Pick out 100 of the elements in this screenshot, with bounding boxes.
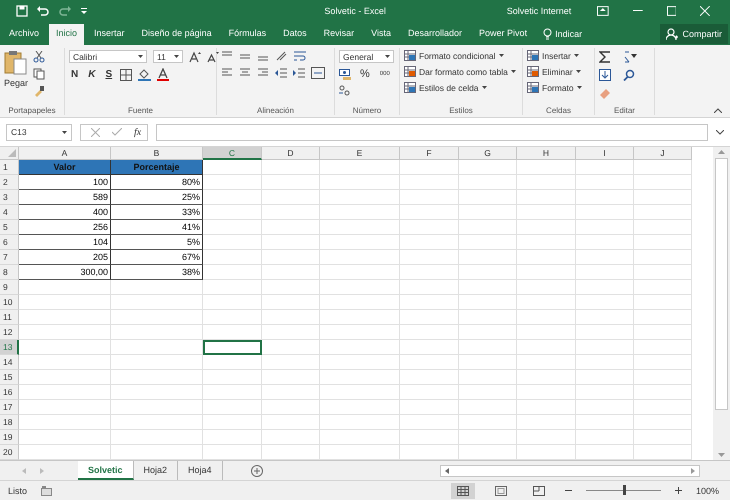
empty-cell[interactable] xyxy=(459,235,517,250)
empty-cell[interactable] xyxy=(111,340,203,355)
wrap-text-icon[interactable] xyxy=(293,50,307,62)
row-header[interactable]: 6 xyxy=(0,235,19,250)
empty-cell[interactable] xyxy=(517,430,576,445)
column-header[interactable]: C xyxy=(203,147,262,160)
sum-icon[interactable] xyxy=(599,51,611,63)
empty-cell[interactable] xyxy=(576,280,634,295)
column-header[interactable]: I xyxy=(576,147,634,160)
empty-cell[interactable] xyxy=(111,415,203,430)
save-icon[interactable] xyxy=(16,5,28,17)
customize-icon[interactable] xyxy=(80,7,88,15)
empty-cell[interactable] xyxy=(517,400,576,415)
empty-cell[interactable] xyxy=(400,190,459,205)
empty-cell[interactable] xyxy=(459,295,517,310)
empty-cell[interactable] xyxy=(576,265,634,280)
expand-icon[interactable] xyxy=(716,130,724,134)
font-color-icon[interactable] xyxy=(157,68,170,81)
row-header[interactable]: 12 xyxy=(0,325,19,340)
empty-cell[interactable] xyxy=(320,400,400,415)
column-header[interactable]: J xyxy=(634,147,692,160)
underline-button[interactable]: S xyxy=(103,69,114,80)
empty-cell[interactable] xyxy=(459,265,517,280)
empty-cell[interactable] xyxy=(400,205,459,220)
empty-cell[interactable] xyxy=(517,235,576,250)
horizontal-scrollbar[interactable] xyxy=(440,464,700,476)
empty-cell[interactable] xyxy=(400,340,459,355)
row-header[interactable]: 2 xyxy=(0,175,19,190)
empty-cell[interactable] xyxy=(400,385,459,400)
empty-cell[interactable] xyxy=(576,235,634,250)
empty-cell[interactable] xyxy=(459,340,517,355)
font-size-field[interactable]: 11 xyxy=(153,50,183,63)
copy-icon[interactable] xyxy=(33,68,46,80)
fill-down-icon[interactable] xyxy=(599,69,611,81)
empty-cell[interactable] xyxy=(262,415,320,430)
empty-cell[interactable] xyxy=(262,175,320,190)
empty-cell[interactable] xyxy=(576,250,634,265)
ribbon-tab[interactable]: Datos xyxy=(276,24,314,45)
empty-cell[interactable] xyxy=(576,175,634,190)
empty-cell[interactable] xyxy=(262,355,320,370)
empty-cell[interactable] xyxy=(111,310,203,325)
row-header[interactable]: 5 xyxy=(0,220,19,235)
empty-cell[interactable] xyxy=(517,265,576,280)
empty-cell[interactable] xyxy=(111,295,203,310)
empty-cell[interactable] xyxy=(576,310,634,325)
maximize-icon[interactable] xyxy=(666,6,676,16)
empty-cell[interactable] xyxy=(400,250,459,265)
empty-cell[interactable] xyxy=(517,295,576,310)
empty-cell[interactable] xyxy=(262,235,320,250)
row-header[interactable]: 7 xyxy=(0,250,19,265)
empty-cell[interactable] xyxy=(459,220,517,235)
zoom-level[interactable]: 100% xyxy=(696,486,722,496)
empty-cell[interactable] xyxy=(517,220,576,235)
empty-cell[interactable] xyxy=(320,295,400,310)
column-header[interactable]: F xyxy=(400,147,459,160)
empty-cell[interactable] xyxy=(262,430,320,445)
empty-cell[interactable] xyxy=(262,250,320,265)
empty-cell[interactable] xyxy=(459,325,517,340)
empty-cell[interactable] xyxy=(634,430,692,445)
empty-cell[interactable] xyxy=(262,265,320,280)
empty-cell[interactable] xyxy=(400,430,459,445)
collapse-ribbon-icon[interactable] xyxy=(714,108,722,113)
empty-cell[interactable] xyxy=(320,190,400,205)
font-name-field[interactable]: Calibri xyxy=(69,50,147,63)
row-header[interactable]: 9 xyxy=(0,280,19,295)
row-header[interactable]: 10 xyxy=(0,295,19,310)
redo-icon[interactable] xyxy=(58,5,72,17)
empty-cell[interactable] xyxy=(320,160,400,175)
empty-cell[interactable] xyxy=(262,325,320,340)
empty-cell[interactable] xyxy=(203,175,262,190)
bold-button[interactable]: N xyxy=(69,69,80,80)
percent-button[interactable]: % xyxy=(358,68,372,80)
empty-cell[interactable] xyxy=(576,220,634,235)
minimize-icon[interactable] xyxy=(632,10,643,12)
empty-cell[interactable] xyxy=(634,310,692,325)
empty-cell[interactable] xyxy=(400,415,459,430)
eraser-icon[interactable] xyxy=(599,87,611,99)
select-all-corner[interactable] xyxy=(0,147,19,160)
empty-cell[interactable] xyxy=(400,220,459,235)
empty-cell[interactable] xyxy=(320,280,400,295)
empty-cell[interactable] xyxy=(320,340,400,355)
empty-cell[interactable] xyxy=(576,340,634,355)
empty-cell[interactable] xyxy=(320,415,400,430)
empty-cell[interactable] xyxy=(634,205,692,220)
search-icon[interactable] xyxy=(623,69,635,81)
empty-cell[interactable] xyxy=(320,385,400,400)
decrease-indent-icon[interactable] xyxy=(275,68,287,78)
active-cell[interactable] xyxy=(203,340,262,355)
ribbon-command[interactable]: Formato xyxy=(527,82,582,93)
insert-function-button[interactable]: fx xyxy=(134,126,142,138)
empty-cell[interactable] xyxy=(459,175,517,190)
row-header[interactable]: 8 xyxy=(0,265,19,280)
empty-cell[interactable] xyxy=(320,205,400,220)
empty-cell[interactable] xyxy=(262,295,320,310)
empty-cell[interactable] xyxy=(203,250,262,265)
empty-cell[interactable] xyxy=(517,415,576,430)
empty-cell[interactable] xyxy=(262,370,320,385)
ribbon-tab[interactable]: Revisar xyxy=(316,24,362,45)
format-painter-icon[interactable] xyxy=(33,85,46,97)
empty-cell[interactable] xyxy=(576,160,634,175)
